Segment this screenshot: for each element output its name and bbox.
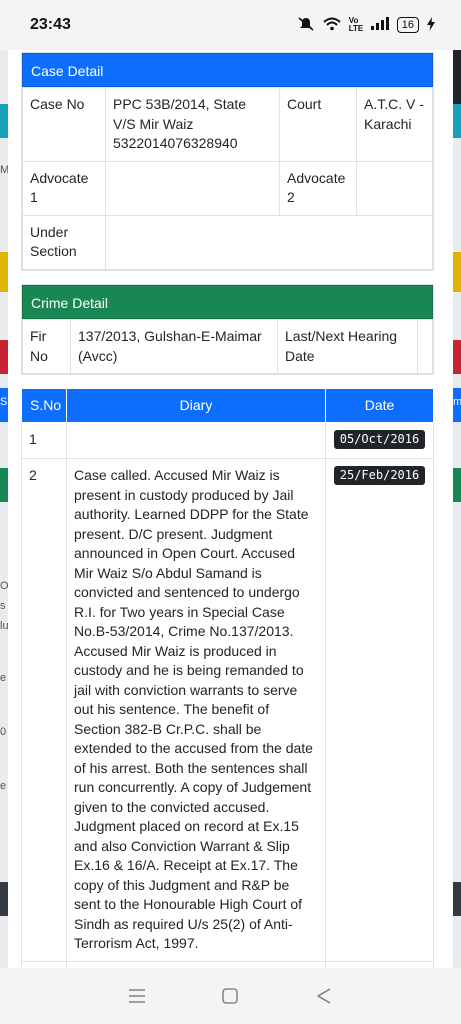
diary-column-header: Diary — [66, 388, 326, 423]
home-square-icon — [222, 988, 239, 1004]
volte-icon: Vo LTE — [348, 16, 364, 33]
bg-edge-right-dark-top — [453, 50, 461, 104]
hearing-label: Last/Next Hearing Date — [277, 319, 418, 374]
status-time: 23:43 — [30, 16, 71, 33]
bg-edge-right-red — [453, 340, 461, 374]
date-badge: 05/Oct/2016 — [333, 430, 426, 449]
bg-edge-letter-5: e — [0, 780, 7, 792]
case-no-label: Case No — [22, 87, 106, 162]
bg-edge-teal — [0, 104, 8, 138]
under-section-label: Under Section — [22, 214, 106, 270]
hearing-value — [417, 319, 433, 374]
fir-label: Fir No — [22, 319, 71, 374]
menu-lines-icon — [128, 989, 145, 1003]
diary-date-cell: 05/Oct/2016 — [325, 422, 434, 459]
mute-icon — [297, 16, 315, 35]
battery-icon: 16 — [396, 17, 419, 33]
bg-edge-yellow — [0, 252, 8, 292]
crime-detail-table: Fir No 137/2013, Gulshan-E-Maimar (Avcc)… — [22, 319, 433, 374]
back-triangle-icon — [317, 988, 331, 1004]
diary-text — [66, 422, 326, 459]
case-detail-row: Case No PPC 53B/2014, State V/S Mir Waiz… — [22, 87, 433, 162]
case-detail-card: Case Detail Case No PPC 53B/2014, State … — [21, 52, 434, 271]
advocate1-label: Advocate 1 — [22, 160, 106, 216]
date-column-header: Date — [325, 388, 434, 423]
fir-value: 137/2013, Gulshan-E-Maimar (Avcc) — [70, 319, 278, 374]
wifi-icon — [323, 17, 341, 34]
bg-edge-letter-1: s — [0, 600, 6, 612]
diary-row: 2 Case called. Accused Mir Waiz is prese… — [21, 458, 434, 962]
diary-header-row: S.No Diary Date — [21, 388, 434, 423]
court-label: Court — [279, 87, 357, 162]
case-detail-table: Case No PPC 53B/2014, State V/S Mir Waiz… — [22, 87, 433, 270]
recent-apps-button[interactable] — [125, 984, 149, 1008]
diary-sno-partial — [21, 960, 67, 968]
bg-edge-letter-s: S — [0, 396, 8, 408]
diary-sno: 2 — [21, 458, 67, 962]
bg-edge-right-green — [453, 468, 461, 502]
case-detail-row: Advocate 1 Advocate 2 — [22, 160, 433, 216]
advocate2-value — [356, 160, 433, 216]
diary-table: S.No Diary Date 1 05/Oct/2016 2 Case cal… — [21, 388, 434, 968]
under-section-value — [105, 214, 433, 270]
sno-column-header: S.No — [21, 388, 67, 423]
case-no-value: PPC 53B/2014, State V/S Mir Waiz 5322014… — [105, 87, 280, 162]
court-value: A.T.C. V - Karachi — [356, 87, 433, 162]
bg-edge-green — [0, 468, 8, 502]
navigation-bar — [0, 968, 461, 1024]
bg-edge-right-teal — [453, 104, 461, 138]
diary-sno: 1 — [21, 422, 67, 459]
case-detail-header: Case Detail — [22, 53, 433, 87]
status-bar: 23:43 Vo LTE 16 — [0, 0, 461, 50]
background-page-left: M S O s lu e 0 e — [0, 50, 9, 968]
case-detail-row: Under Section — [22, 214, 433, 270]
bg-edge-right-yellow — [453, 252, 461, 292]
back-button[interactable] — [312, 984, 336, 1008]
crime-detail-card: Crime Detail Fir No 137/2013, Gulshan-E-… — [21, 284, 434, 375]
diary-row-partial — [21, 960, 434, 968]
bg-edge-letter-4: 0 — [0, 726, 7, 738]
background-page-right: m — [453, 50, 461, 968]
diary-date-cell-partial — [325, 960, 434, 968]
diary-row: 1 05/Oct/2016 — [21, 422, 434, 459]
crime-detail-row: Fir No 137/2013, Gulshan-E-Maimar (Avcc)… — [22, 319, 433, 374]
bg-edge-letter-3: e — [0, 672, 7, 684]
date-badge: 25/Feb/2016 — [333, 466, 426, 485]
charging-icon — [427, 16, 435, 34]
diary-text-partial — [66, 960, 326, 968]
home-button[interactable] — [218, 984, 242, 1008]
bg-edge-right-dark — [453, 882, 461, 916]
diary-date-cell: 25/Feb/2016 — [325, 458, 434, 962]
advocate2-label: Advocate 2 — [279, 160, 357, 216]
bg-edge-red — [0, 340, 8, 374]
bg-edge-right-letter: m — [453, 396, 461, 408]
diary-text: Case called. Accused Mir Waiz is present… — [66, 458, 326, 962]
status-icons: Vo LTE 16 — [297, 16, 435, 35]
case-sheet: Case Detail Case No PPC 53B/2014, State … — [8, 50, 450, 968]
signal-icon — [370, 17, 389, 33]
crime-detail-header: Crime Detail — [22, 285, 433, 319]
bg-edge-dark — [0, 882, 8, 916]
advocate1-value — [105, 160, 280, 216]
diary-card: S.No Diary Date 1 05/Oct/2016 2 Case cal… — [21, 388, 434, 968]
